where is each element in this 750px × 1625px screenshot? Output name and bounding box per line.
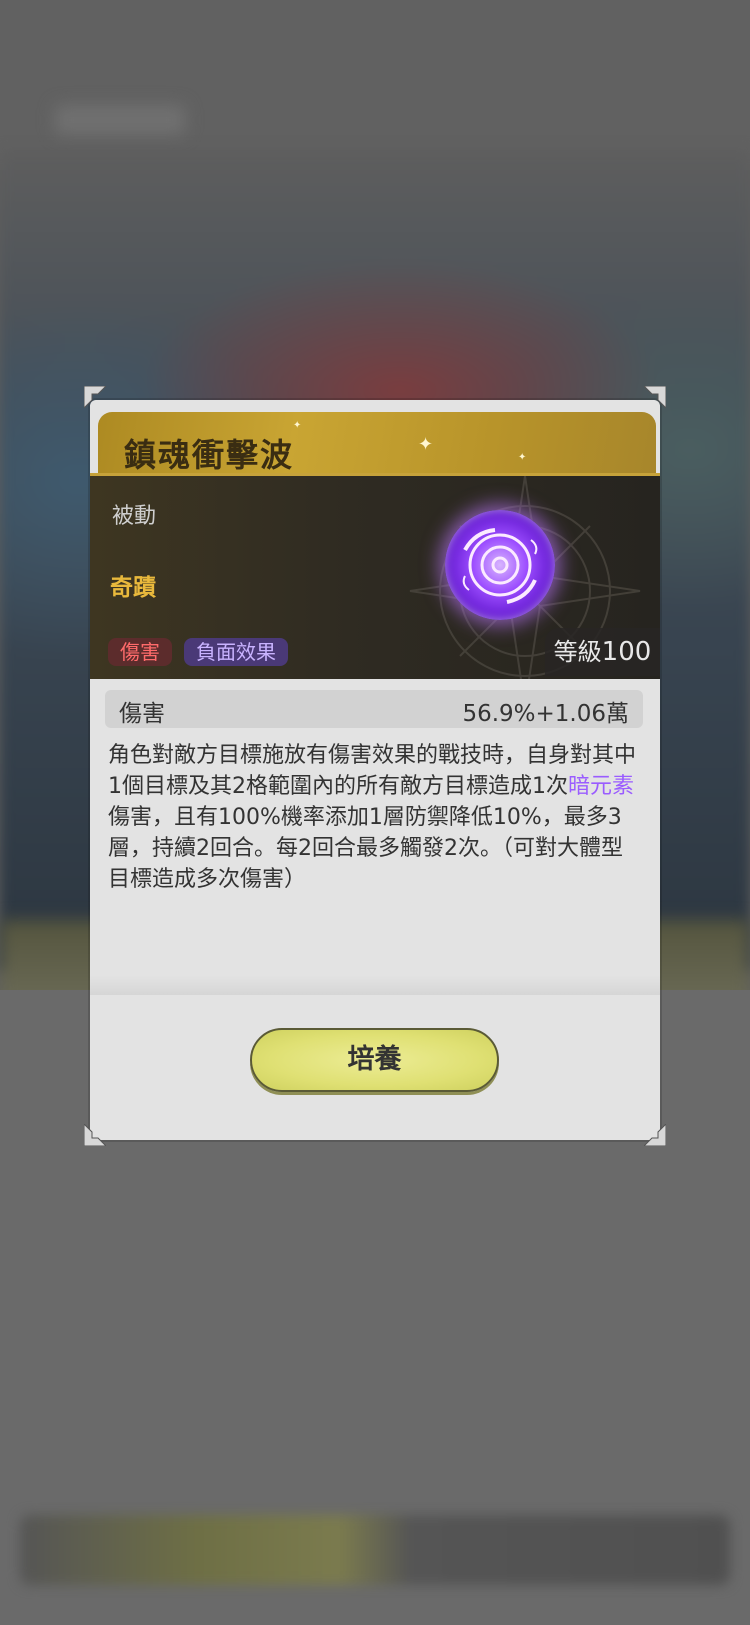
- description-text: 傷害，且有100%機率添加1層防禦降低10%，最多3層，持續2回合。每2回合最多…: [108, 805, 623, 892]
- sparkle-icon: ✦: [293, 420, 302, 431]
- tag-debuff: 負面效果: [184, 638, 288, 666]
- corner-ornament-icon: [644, 386, 666, 408]
- corner-ornament-icon: [84, 386, 106, 408]
- skill-detail-card: 鎮魂衝擊波 ✦ ✦ ✦ 被動 奇蹟 傷害 負面效果 等級100 傷害 56.9%…: [84, 386, 666, 1146]
- stat-row: 傷害 56.9%+1.06萬: [105, 690, 643, 728]
- background-bottom-bar: [20, 1515, 730, 1585]
- skill-type: 被動: [112, 504, 157, 529]
- stat-value: 56.9%+1.06萬: [462, 701, 629, 727]
- background-blurred-label: [55, 105, 185, 135]
- foster-button[interactable]: 培養: [250, 1028, 499, 1092]
- skill-header: 被動 奇蹟 傷害 負面效果 等級100: [90, 473, 660, 679]
- skill-rarity: 奇蹟: [110, 575, 156, 601]
- tag-damage: 傷害: [108, 638, 172, 666]
- sparkle-icon: ✦: [418, 434, 434, 455]
- element-keyword: 暗元素: [568, 774, 635, 799]
- skill-description: 角色對敵方目標施放有傷害效果的戰技時，自身對其中1個目標及其2格範圍內的所有敵方…: [108, 740, 638, 895]
- level-badge: 等級100: [545, 628, 660, 676]
- dark-element-skill-orb-icon: [445, 510, 555, 620]
- sparkle-icon: ✦: [518, 452, 527, 463]
- skill-name: 鎮魂衝擊波: [124, 436, 295, 474]
- skill-rune-icon: [462, 528, 538, 604]
- corner-ornament-icon: [644, 1124, 666, 1146]
- skill-title-bar: 鎮魂衝擊波 ✦ ✦ ✦: [98, 412, 656, 480]
- divider: [90, 975, 660, 995]
- stat-label: 傷害: [119, 701, 165, 727]
- level-value: 100: [601, 637, 652, 667]
- description-text: 角色對敵方目標施放有傷害效果的戰技時，自身對其中1個目標及其2格範圍內的所有敵方…: [108, 743, 637, 799]
- level-label: 等級: [553, 638, 602, 666]
- background-top: [0, 0, 750, 170]
- corner-ornament-icon: [84, 1124, 106, 1146]
